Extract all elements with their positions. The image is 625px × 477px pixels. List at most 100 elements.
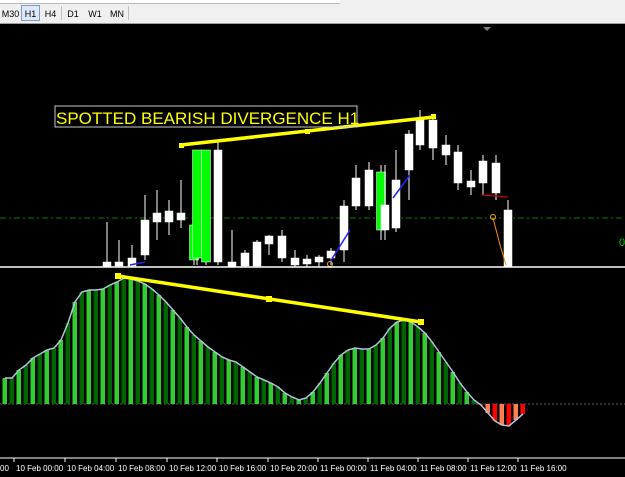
- histogram-bar: [156, 295, 161, 404]
- histogram-bar: [394, 322, 399, 404]
- histogram-bar: [65, 323, 70, 404]
- histogram-bar: [149, 289, 154, 404]
- histogram-bar: [408, 322, 413, 404]
- divergence-anchor[interactable]: [266, 296, 272, 302]
- time-axis-label: 11 Feb 04:00: [370, 464, 417, 473]
- toolbar-top-border: [0, 0, 340, 4]
- histogram-bar: [86, 290, 91, 404]
- candle-body: [302, 258, 312, 265]
- histogram-bar: [93, 290, 98, 404]
- histogram-bar: [135, 281, 140, 404]
- tab-mn[interactable]: MN: [106, 5, 128, 21]
- histogram-bar: [415, 327, 420, 404]
- time-axis-label: 10 Feb 12:00: [169, 464, 217, 473]
- time-axis-label: 10 Feb 04:00: [67, 464, 115, 473]
- histogram-bar: [58, 340, 63, 404]
- time-axis-label: 11 Feb 00:00: [320, 464, 367, 473]
- histogram-bar: [520, 404, 525, 414]
- histogram-bar: [9, 378, 14, 404]
- histogram-bar: [121, 278, 126, 404]
- tab-m30[interactable]: M30: [0, 5, 21, 21]
- histogram-bar: [128, 279, 133, 404]
- candle-body: [140, 219, 150, 256]
- histogram-bar: [100, 289, 105, 404]
- histogram-bar: [282, 393, 287, 404]
- divergence-anchor[interactable]: [431, 114, 436, 119]
- candle-body: [277, 235, 287, 259]
- histogram-bar: [198, 341, 203, 404]
- divergence-anchor[interactable]: [115, 273, 121, 279]
- histogram-bar: [345, 350, 350, 404]
- divergence-anchor[interactable]: [179, 143, 184, 148]
- histogram-bar: [72, 302, 77, 404]
- histogram-bar: [429, 342, 434, 404]
- histogram-bar: [268, 383, 273, 404]
- histogram-bar: [177, 318, 182, 404]
- histogram-bar: [240, 367, 245, 404]
- candle-body: [466, 180, 476, 188]
- candle-body: [176, 212, 186, 221]
- histogram-bar: [401, 320, 406, 404]
- candle-body: [201, 149, 211, 263]
- candle-body: [491, 162, 501, 194]
- histogram-bar: [37, 354, 42, 404]
- histogram-bar: [275, 387, 280, 404]
- candle-body: [252, 241, 262, 267]
- candle-body: [404, 133, 414, 171]
- time-axis-label: 10 Feb 20:00: [270, 464, 318, 473]
- histogram-bar: [331, 363, 336, 404]
- candle-body: [351, 177, 361, 207]
- tab-d1[interactable]: D1: [62, 5, 84, 21]
- candle-body: [380, 204, 390, 231]
- histogram-bar: [422, 333, 427, 404]
- histogram-bar: [338, 355, 343, 404]
- toolbar-separator: [128, 6, 129, 20]
- candle-body: [415, 117, 425, 146]
- histogram-bar: [16, 370, 21, 404]
- tab-h4[interactable]: H4: [40, 5, 61, 21]
- time-axis-label: 11 Feb 16:00: [520, 464, 567, 473]
- tab-h1[interactable]: H1: [21, 5, 40, 21]
- histogram-bar: [30, 358, 35, 404]
- time-axis-label: 11 Feb 08:00: [420, 464, 467, 473]
- histogram-bar: [436, 352, 441, 404]
- histogram-bar: [387, 328, 392, 404]
- histogram-bar: [205, 347, 210, 404]
- time-axis-label: 00: [0, 464, 9, 473]
- histogram-bar: [254, 377, 259, 404]
- histogram-bar: [23, 365, 28, 404]
- histogram-bar: [366, 349, 371, 404]
- candle-body: [364, 169, 374, 207]
- candle-body: [503, 209, 513, 268]
- histogram-bar: [226, 360, 231, 404]
- time-axis-label: 10 Feb 08:00: [118, 464, 166, 473]
- candle-body: [240, 252, 250, 267]
- candle-body: [192, 149, 202, 259]
- histogram-bar: [380, 338, 385, 404]
- histogram-bar: [457, 383, 462, 404]
- candle-body: [428, 119, 438, 149]
- candle-body: [453, 151, 463, 184]
- candle-body: [391, 179, 401, 229]
- candle-body: [478, 160, 488, 184]
- histogram-bar: [513, 404, 518, 420]
- chart-area[interactable]: SPOTTED BEARISH DIVERGENCE H1 0 00 10 Fe…: [0, 24, 625, 477]
- candle-body: [264, 235, 274, 245]
- chart-background: [0, 24, 625, 477]
- histogram-bar: [261, 380, 266, 404]
- histogram-bar: [184, 327, 189, 404]
- histogram-bar: [450, 372, 455, 404]
- candle-body: [213, 149, 223, 263]
- divergence-anchor[interactable]: [418, 319, 424, 325]
- tab-w1[interactable]: W1: [84, 5, 106, 21]
- candle-body: [114, 261, 124, 267]
- histogram-bar: [373, 345, 378, 404]
- candle-body: [290, 257, 300, 266]
- histogram-bar: [212, 352, 217, 404]
- histogram-bar: [352, 348, 357, 404]
- time-axis-label: 10 Feb 00:00: [16, 464, 64, 473]
- histogram-bar: [163, 302, 168, 404]
- divergence-anchor[interactable]: [305, 129, 310, 134]
- histogram-bar: [107, 285, 112, 404]
- histogram-bar: [170, 310, 175, 404]
